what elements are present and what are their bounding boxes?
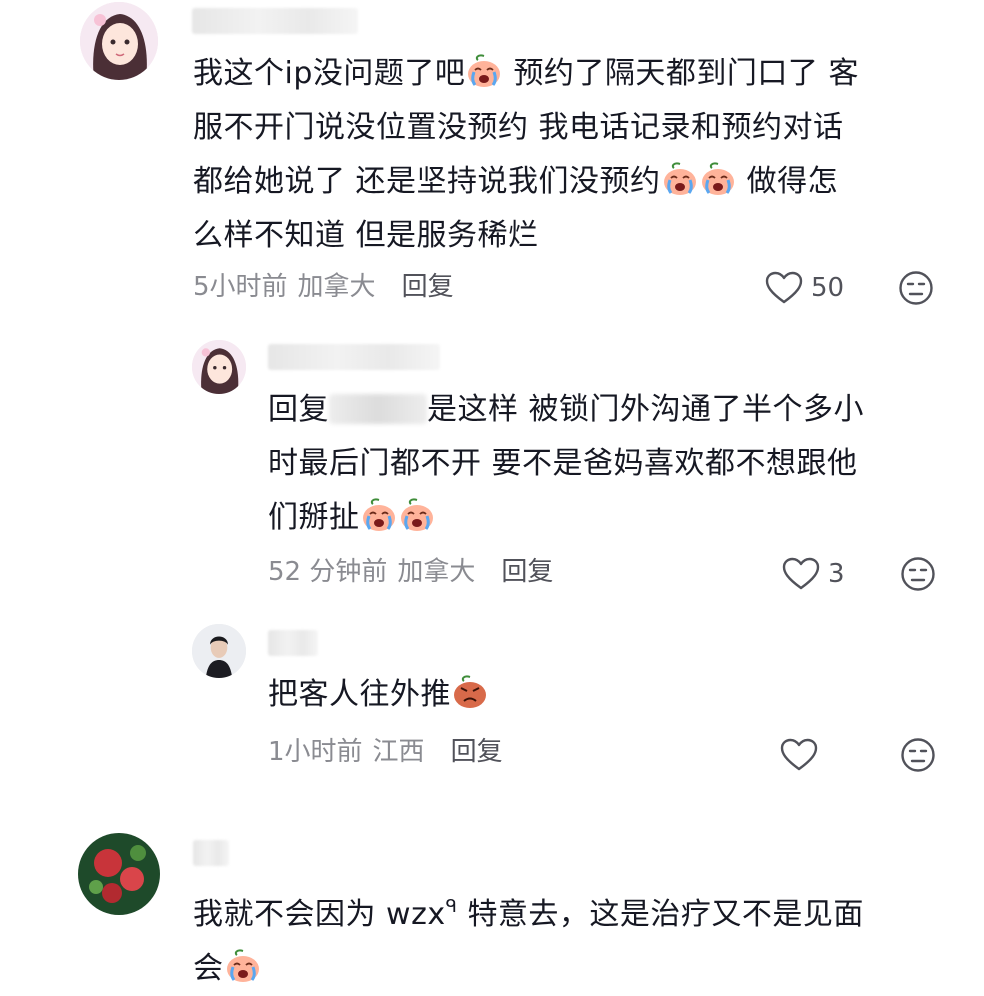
- location: 加拿大: [397, 557, 476, 587]
- crying-emoji-icon: [466, 54, 502, 88]
- username-blurred[interactable]: [192, 8, 358, 34]
- heart-outline-icon: [765, 271, 803, 305]
- username-blurred[interactable]: [268, 344, 440, 370]
- man-portrait-icon: [192, 624, 246, 678]
- anime-girl-icon: [192, 340, 246, 394]
- username-blurred[interactable]: [193, 840, 229, 866]
- crying-emoji-icon: [399, 498, 435, 532]
- user-avatar[interactable]: [192, 340, 246, 394]
- reply-button[interactable]: 回复: [451, 737, 503, 767]
- dislike-button[interactable]: [900, 556, 936, 592]
- user-avatar[interactable]: [78, 833, 160, 915]
- location: 加拿大: [297, 272, 376, 302]
- user-avatar[interactable]: [192, 624, 246, 678]
- reply-button[interactable]: 回复: [501, 557, 553, 587]
- like-button[interactable]: 3: [782, 554, 845, 594]
- crying-emoji-icon: [361, 498, 397, 532]
- crying-emoji-icon: [700, 162, 736, 196]
- dislike-button[interactable]: [898, 270, 934, 306]
- comment-meta: 1小时前 江西 回复: [268, 732, 513, 772]
- angry-emoji-icon: [452, 675, 488, 709]
- heart-outline-icon: [782, 557, 820, 591]
- neutral-face-icon: [898, 270, 934, 306]
- anime-girl-icon: [80, 2, 158, 80]
- reply-button[interactable]: 回复: [402, 272, 454, 302]
- comment-meta: 52 分钟前 加拿大 回复: [268, 552, 563, 592]
- crying-emoji-icon: [225, 949, 261, 983]
- timestamp: 5小时前: [193, 272, 288, 302]
- neutral-face-icon: [900, 556, 936, 592]
- like-count: 50: [811, 273, 845, 303]
- user-avatar[interactable]: [80, 2, 158, 80]
- heart-outline-icon: [780, 738, 818, 772]
- dislike-button[interactable]: [900, 737, 936, 773]
- like-button[interactable]: 50: [765, 268, 844, 308]
- comment-text: 把客人往外推: [268, 668, 489, 722]
- mentioned-user-blurred[interactable]: [329, 394, 427, 424]
- like-count: 3: [828, 559, 845, 589]
- location: 江西: [372, 737, 425, 767]
- comment-text: 回复 是这样 被锁门外沟通了半个多小 时最后门都不开 要不是爸妈喜欢都不想跟他 们…: [268, 392, 865, 535]
- neutral-face-icon: [900, 737, 936, 773]
- timestamp: 1小时前: [268, 737, 363, 767]
- comment-text: 我就不会因为 wzxᑫ 特意去，这是治疗又不是见面 会: [193, 896, 864, 986]
- red-flower-icon: [78, 833, 160, 915]
- comment-meta: 5小时前 加拿大 回复: [193, 267, 464, 307]
- crying-emoji-icon: [662, 162, 698, 196]
- search-superscript-icon[interactable]: ᑫ: [446, 896, 458, 917]
- timestamp: 52 分钟前: [268, 557, 388, 587]
- comment-text: 我这个ip没问题了吧 预约了隔天都到门口了 客 服不开门说没位置没预约 我电话记…: [193, 54, 859, 253]
- like-button[interactable]: [780, 735, 826, 775]
- username-blurred[interactable]: [268, 630, 318, 656]
